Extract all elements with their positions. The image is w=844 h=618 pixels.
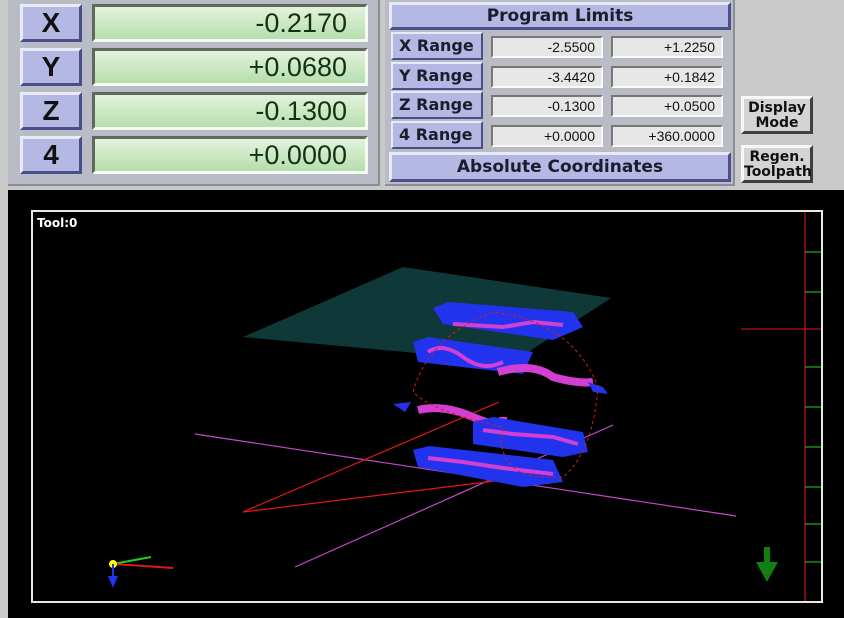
tool-label: Tool:0 [37,216,78,230]
4-range-min: +0.0000 [491,125,603,147]
toolpath-viewport[interactable]: Tool:0 [31,210,823,603]
red-axis-line-2 [242,479,504,513]
y-range-max: +0.1842 [611,66,723,88]
axis-z-button[interactable]: Z [20,92,82,130]
tool-arrow-icon [756,547,778,582]
coordinate-mode-button[interactable]: Absolute Coordinates [389,152,731,182]
z-range-max: +0.0500 [611,95,723,117]
y-range-label: Y Range [391,62,483,90]
dro-4-value[interactable]: +0.0000 [92,136,368,174]
dro-z-value[interactable]: -0.1300 [92,92,368,130]
axis-4-button[interactable]: 4 [20,136,82,174]
axis-z-label: Z [42,95,60,126]
axis-triad-icon [108,556,174,588]
x-range-min: -2.5500 [491,36,603,58]
axis-x-button[interactable]: X [20,4,82,42]
regen-toolpath-button[interactable]: Regen. Toolpath [741,145,813,183]
toolpath-part-3 [496,364,594,387]
x-range-label: X Range [391,32,483,60]
ruler-ticks [805,251,821,563]
y-range-min: -3.4420 [491,66,603,88]
display-mode-button[interactable]: Display Mode [741,96,813,134]
z-range-min: -0.1300 [491,95,603,117]
toolpath-canvas [108,212,821,601]
4-range-max: +360.0000 [611,125,723,147]
axis-y-button[interactable]: Y [20,48,82,86]
z-range-label: Z Range [391,91,483,119]
dro-x-value[interactable]: -0.2170 [92,4,368,42]
dro-y-value[interactable]: +0.0680 [92,48,368,86]
program-limits-title: Program Limits [389,2,731,30]
dro-panel: X -0.2170 Y +0.0680 Z -0.1300 4 +0.0000 [8,0,380,186]
program-limits-panel: Program Limits X Range -2.5500 +1.2250 Y… [385,0,735,186]
4-range-label: 4 Range [391,121,483,149]
axis-x-label: X [41,7,61,38]
axis-y-label: Y [41,51,61,82]
x-range-max: +1.2250 [611,36,723,58]
axis-4-label: 4 [43,139,59,170]
